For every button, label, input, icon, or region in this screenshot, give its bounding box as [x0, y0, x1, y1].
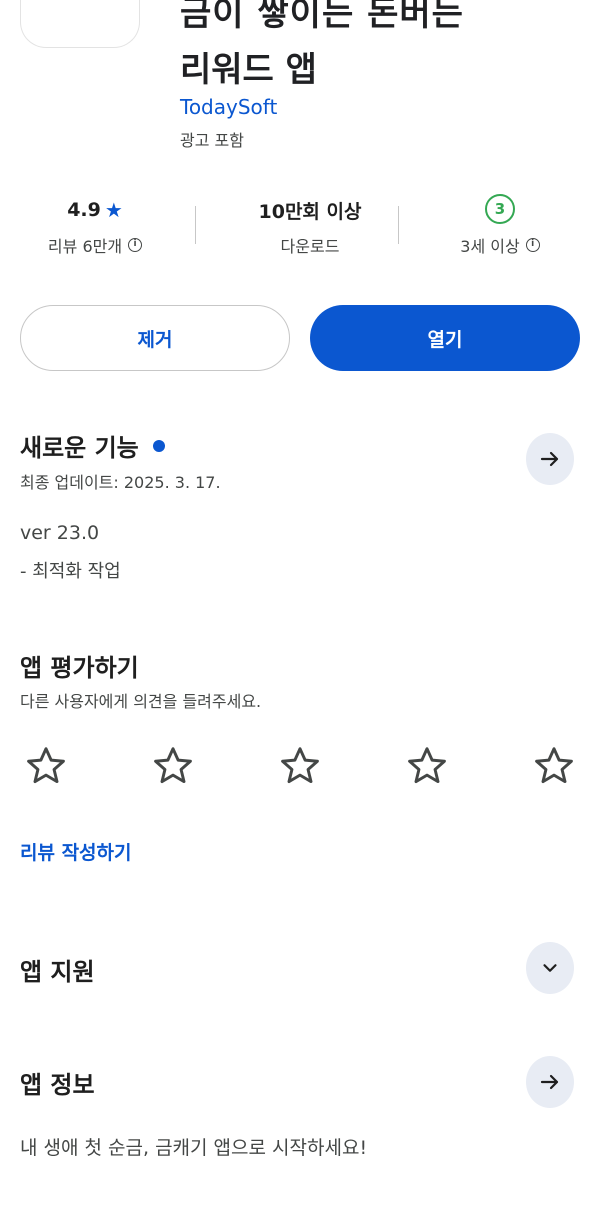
- app-support-title[interactable]: 앱 지원: [20, 952, 95, 987]
- app-title-line1: 금이 쌓이는 돈버는: [180, 0, 464, 34]
- age-rating-badge: 3: [485, 194, 515, 224]
- rating-stars: [20, 742, 580, 790]
- app-title-line2: 리워드 앱: [180, 50, 317, 90]
- arrow-right-icon: [540, 451, 559, 467]
- downloads-stat: 10만회 이상 다운로드: [222, 197, 398, 257]
- age-rating-stat[interactable]: 3 3세 이상 i: [425, 193, 575, 257]
- rate-app-title: 앱 평가하기: [20, 648, 139, 683]
- age-rating-label: 3세 이상: [460, 237, 520, 256]
- new-indicator-dot: [152, 439, 165, 452]
- star-icon: ★: [104, 198, 123, 222]
- about-app-title-text: 앱 정보: [20, 1071, 95, 1099]
- rating-review-count: 리뷰 6만개: [47, 237, 123, 256]
- info-icon: i: [525, 238, 540, 252]
- about-app-description: 내 생애 첫 순금, 금캐기 앱으로 시작하세요!: [20, 1137, 368, 1159]
- about-app-title[interactable]: 앱 정보: [20, 1065, 95, 1100]
- update-note: - 최적화 작업: [20, 561, 121, 582]
- open-button[interactable]: 열기: [310, 305, 580, 371]
- star-outline-icon[interactable]: [147, 742, 199, 790]
- whats-new-header[interactable]: 새로운 기능: [20, 428, 165, 463]
- star-outline-icon[interactable]: [20, 742, 72, 790]
- version-text: ver 23.0: [20, 522, 100, 544]
- arrow-right-icon: [540, 1074, 559, 1090]
- stat-divider: [398, 206, 399, 244]
- rate-app-subtitle: 다른 사용자에게 의견을 들려주세요.: [20, 692, 262, 711]
- stat-divider: [195, 206, 196, 244]
- info-icon: i: [128, 238, 143, 252]
- star-outline-icon[interactable]: [401, 742, 453, 790]
- star-outline-icon[interactable]: [274, 742, 326, 790]
- chevron-down-icon: [543, 964, 557, 972]
- star-outline-icon[interactable]: [528, 742, 580, 790]
- app-support-expand-button[interactable]: [526, 942, 574, 994]
- whats-new-arrow-button[interactable]: [526, 433, 574, 485]
- last-updated-date: 최종 업데이트: 2025. 3. 17.: [20, 473, 221, 492]
- rate-app-title-text: 앱 평가하기: [20, 654, 139, 682]
- app-support-title-text: 앱 지원: [20, 958, 95, 986]
- downloads-label: 다운로드: [280, 237, 340, 256]
- about-app-arrow-button[interactable]: [526, 1056, 574, 1108]
- developer-link[interactable]: TodaySoft: [180, 95, 277, 119]
- downloads-value: 10만회 이상: [258, 200, 362, 223]
- whats-new-title: 새로운 기능: [20, 434, 139, 462]
- app-icon: [20, 0, 140, 48]
- uninstall-button[interactable]: 제거: [20, 305, 290, 371]
- contains-ads-label: 광고 포함: [180, 131, 244, 150]
- rating-value: 4.9: [67, 199, 101, 221]
- rating-stat[interactable]: 4.9 ★ 리뷰 6만개 i: [20, 197, 170, 257]
- write-review-link[interactable]: 리뷰 작성하기: [20, 838, 132, 865]
